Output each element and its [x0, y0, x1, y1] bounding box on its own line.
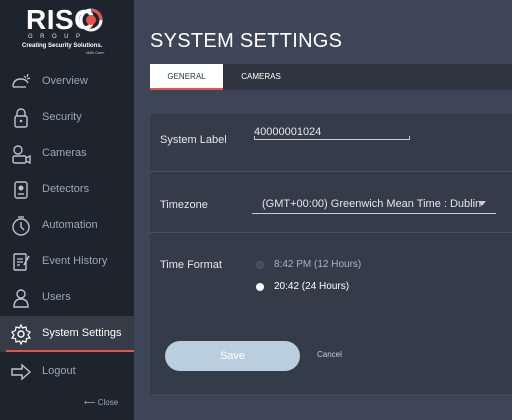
tab-bar: GENERAL CAMERAS — [150, 64, 512, 90]
sidebar-item-system-settings[interactable]: System Settings — [0, 316, 134, 352]
event-history-icon — [13, 253, 30, 271]
save-button[interactable]: Save — [165, 341, 300, 371]
gear-icon — [10, 323, 32, 345]
automation-icon — [12, 216, 30, 236]
logout-icon — [11, 363, 32, 381]
sidebar-item-label: Logout — [42, 365, 76, 377]
sidebar-item-automation[interactable]: Automation — [0, 208, 134, 244]
arrow-left-icon: ⟵ — [84, 398, 96, 407]
footer-band — [134, 394, 512, 420]
logo-mark-icon — [79, 8, 103, 32]
sidebar-item-cameras[interactable]: Cameras — [0, 136, 134, 172]
sidebar-item-label: Detectors — [42, 183, 90, 195]
close-sidebar-button[interactable]: ⟵ Close — [84, 398, 118, 407]
sidebar-item-label: Security — [42, 111, 82, 123]
sidebar-item-label: Users — [42, 291, 71, 303]
sidebar-item-event-history[interactable]: Event History — [0, 244, 134, 280]
close-label: Close — [97, 398, 119, 407]
sidebar-item-users[interactable]: Users — [0, 280, 134, 316]
cancel-button[interactable]: Cancel — [317, 350, 342, 359]
time-format-24h-label: 20:42 (24 Hours) — [274, 281, 350, 292]
time-format-label: Time Format — [160, 259, 222, 271]
timezone-select[interactable]: (GMT+00:00) Greenwich Mean Time : Dublin — [252, 198, 496, 214]
logo-tagline-sub: With Care. — [86, 50, 105, 55]
logo-group: GROUP — [28, 34, 88, 40]
sidebar: RISC GROUP Creating Security Solutions. … — [0, 0, 134, 420]
logo-tagline: Creating Security Solutions. — [22, 43, 103, 49]
timezone-label: Timezone — [160, 199, 208, 211]
user-icon — [13, 289, 29, 308]
sidebar-item-label: System Settings — [42, 327, 122, 339]
page-title: SYSTEM SETTINGS — [150, 30, 343, 52]
sidebar-item-logout[interactable]: Logout — [0, 354, 134, 390]
overview-icon — [12, 73, 31, 88]
sidebar-item-label: Event History — [42, 255, 108, 267]
system-label-label: System Label — [160, 134, 227, 146]
system-label-input[interactable]: 40000001024 — [254, 126, 410, 140]
sidebar-item-overview[interactable]: Overview — [0, 64, 134, 100]
divider — [150, 232, 512, 233]
sidebar-item-label: Overview — [42, 75, 88, 87]
sidebar-item-detectors[interactable]: Detectors — [0, 172, 134, 208]
tab-general[interactable]: GENERAL — [150, 64, 223, 90]
risco-logo: RISC GROUP Creating Security Solutions. … — [0, 0, 134, 66]
camera-icon — [12, 145, 31, 165]
radio-button[interactable] — [256, 261, 264, 269]
lock-icon — [14, 108, 28, 128]
sidebar-item-security[interactable]: Security — [0, 100, 134, 136]
chevron-down-icon — [478, 201, 486, 206]
radio-button[interactable] — [256, 283, 264, 291]
sidebar-item-label: Automation — [42, 219, 98, 231]
detector-icon — [14, 181, 28, 199]
timezone-value: (GMT+00:00) Greenwich Mean Time : Dublin — [262, 198, 482, 210]
system-label-value: 40000001024 — [254, 126, 322, 138]
tab-cameras[interactable]: CAMERAS — [234, 64, 288, 90]
time-format-12h-label: 8:42 PM (12 Hours) — [274, 259, 362, 270]
divider — [150, 171, 512, 172]
sidebar-item-label: Cameras — [42, 147, 87, 159]
